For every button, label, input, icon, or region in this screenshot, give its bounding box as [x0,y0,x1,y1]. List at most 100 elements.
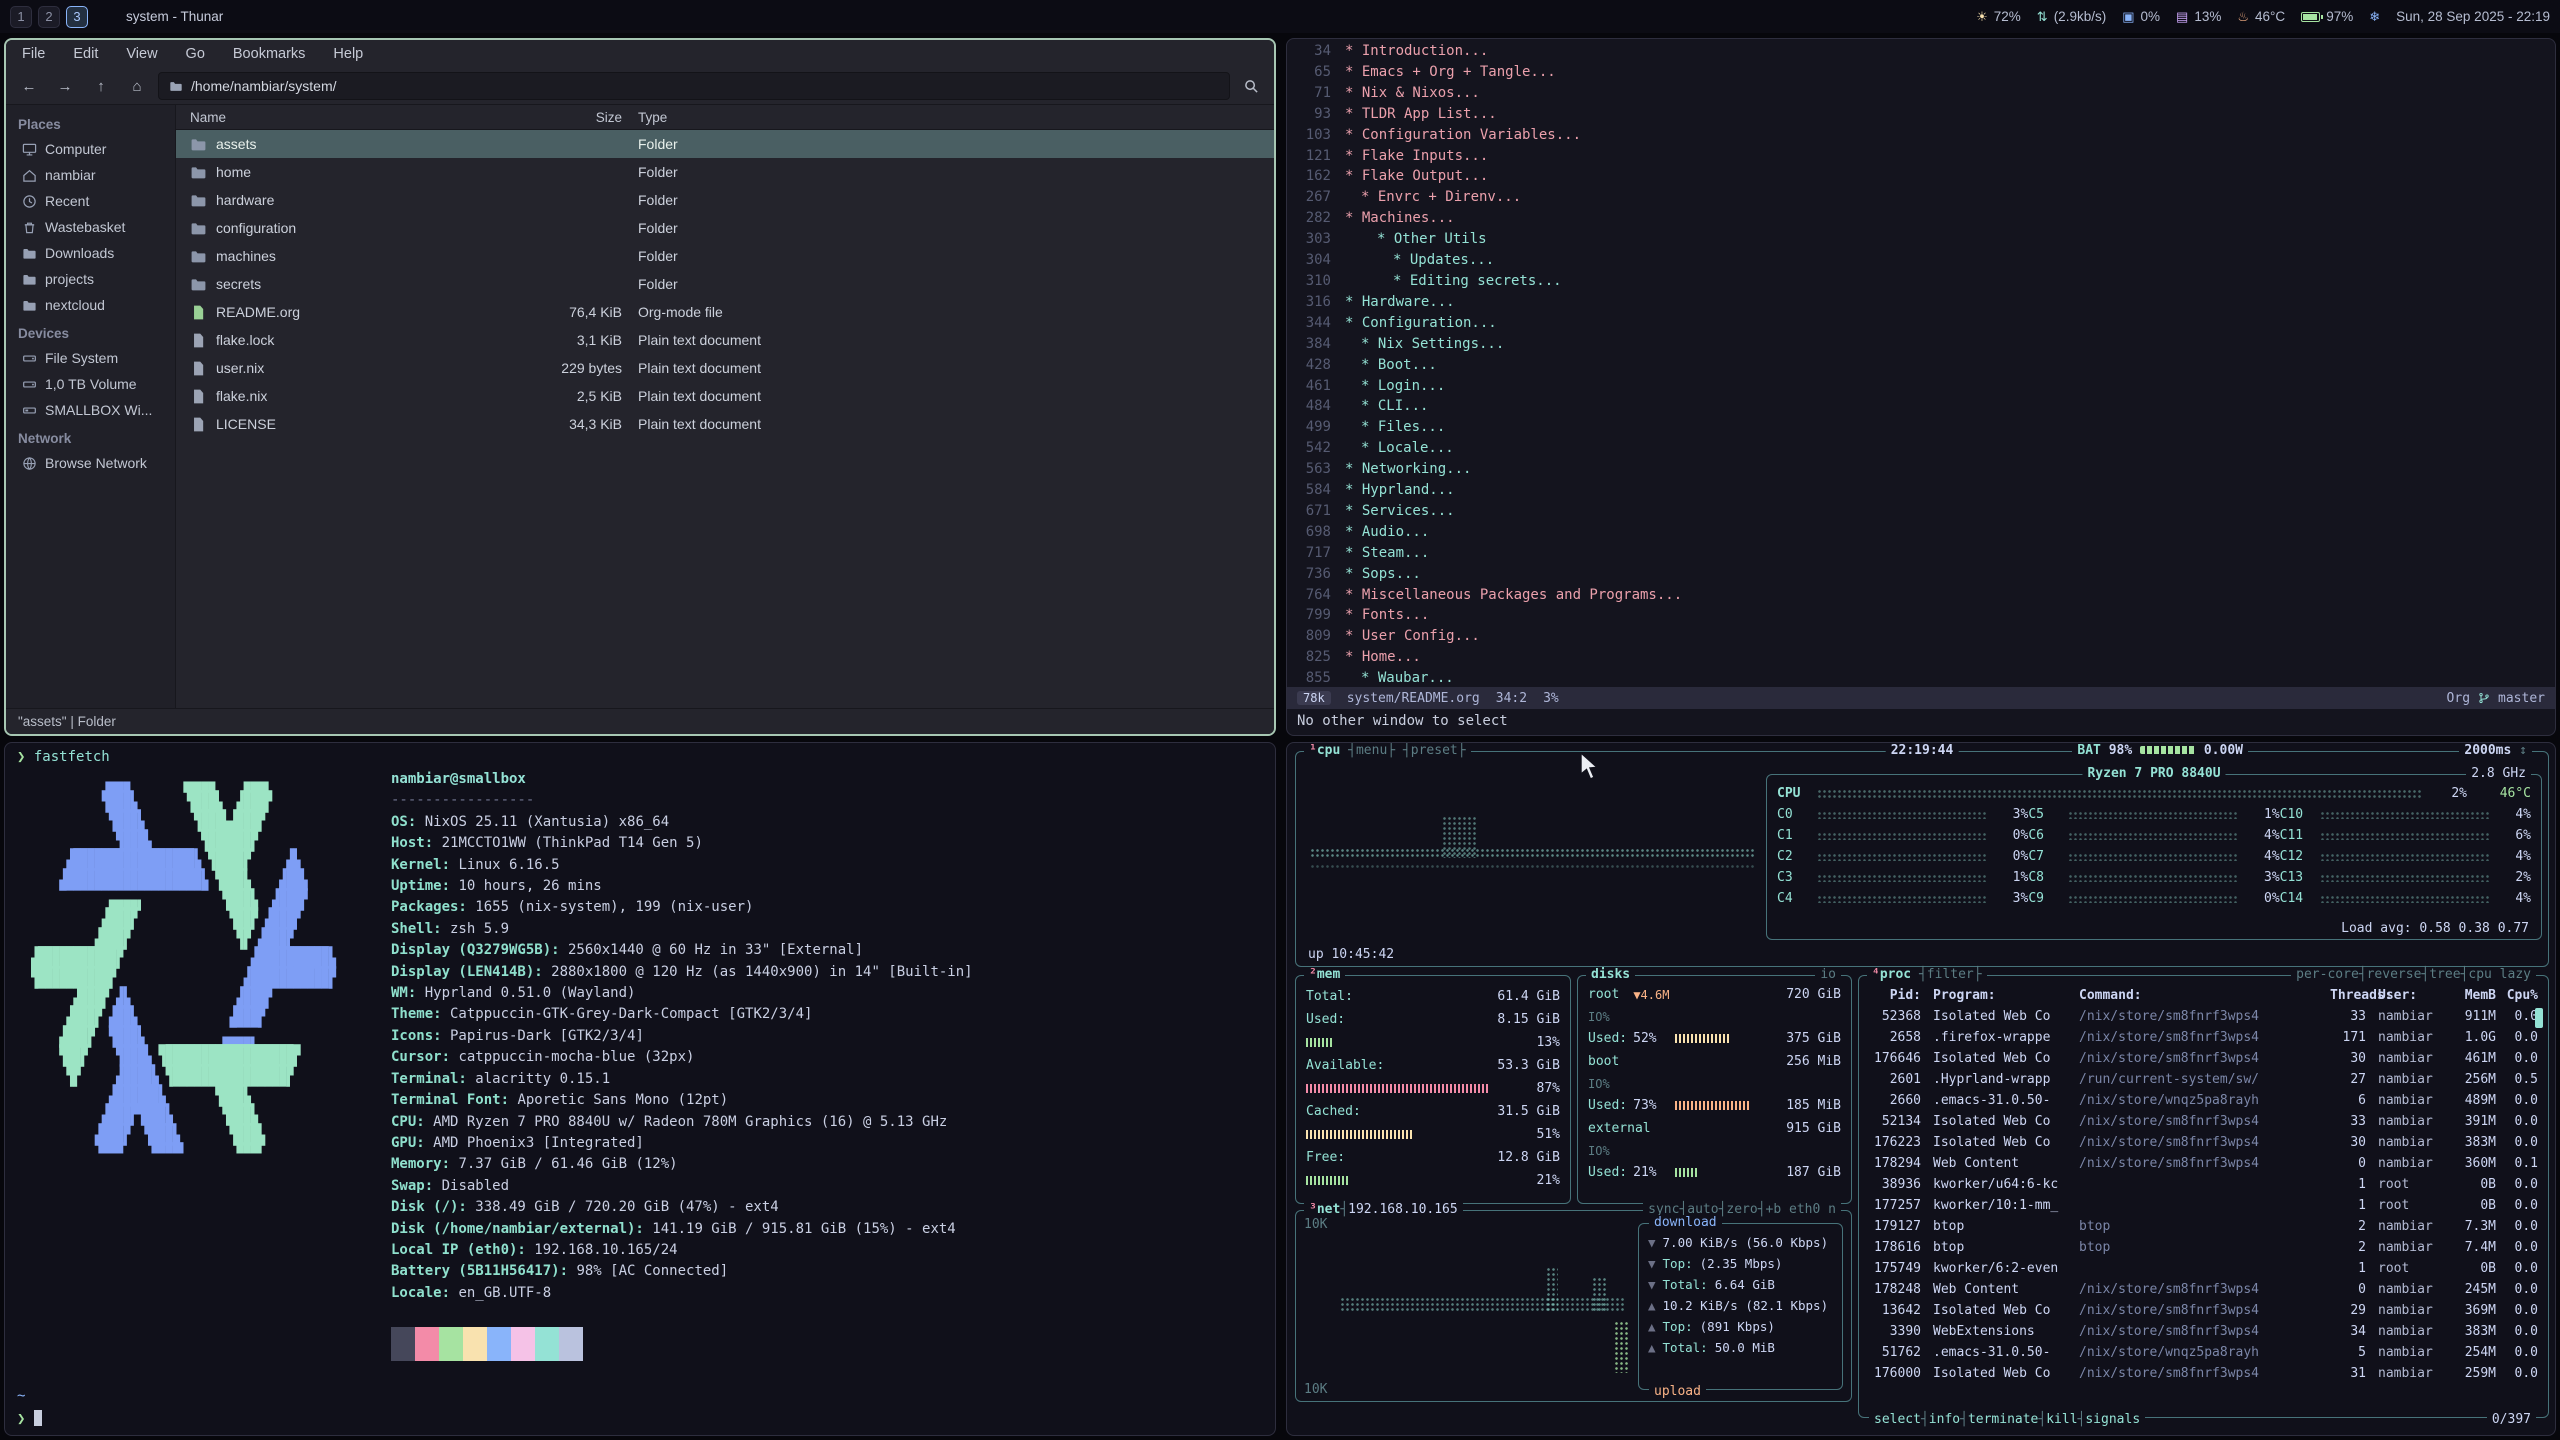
sidebar-item-recent[interactable]: Recent [6,188,175,214]
org-heading-line[interactable]: 310* Editing secrets... [1297,271,2551,292]
workspace-3[interactable]: 3 [66,6,88,28]
org-heading-line[interactable]: 121* Flake Inputs... [1297,146,2551,167]
process-row[interactable]: 2601.Hyprland-wrapp/run/current-system/s… [1859,1069,2548,1090]
process-row[interactable]: 178248Web Content/nix/store/sm8fnrf3wps4… [1859,1279,2548,1300]
file-row[interactable]: home Folder [176,158,1274,186]
process-row[interactable]: 2660.emacs-31.0.50-/nix/store/wnqz5pa8ra… [1859,1090,2548,1111]
file-row[interactable]: flake.nix 2,5 KiB Plain text document [176,382,1274,410]
net-box-title[interactable]: ³net┤192.168.10.165 [1304,1202,1463,1217]
org-heading-line[interactable]: 428* Boot... [1297,355,2551,376]
disks-box-title[interactable]: disks [1586,967,1635,982]
org-heading-line[interactable]: 303* Other Utils [1297,229,2551,250]
org-heading-line[interactable]: 103* Configuration Variables... [1297,125,2551,146]
process-row[interactable]: 177257kworker/10:1-mm_1root0B0.0 [1859,1195,2548,1216]
btop-tabs[interactable]: ¹cpu ┤menu├ ┤preset├ [1304,743,1471,758]
file-row[interactable]: machines Folder [176,242,1274,270]
search-button[interactable] [1236,73,1266,100]
org-heading-line[interactable]: 461* Login... [1297,376,2551,397]
menu-file[interactable]: File [22,46,45,62]
emacs-buffer[interactable]: 34* Introduction...65* Emacs + Org + Tan… [1297,41,2551,688]
org-heading-line[interactable]: 764* Miscellaneous Packages and Programs… [1297,585,2551,606]
org-heading-line[interactable]: 809* User Config... [1297,626,2551,647]
file-row[interactable]: configuration Folder [176,214,1274,242]
up-button[interactable]: ↑ [86,73,116,100]
org-heading-line[interactable]: 384* Nix Settings... [1297,334,2551,355]
org-heading-line[interactable]: 736* Sops... [1297,564,2551,585]
sidebar-item-smallbox-wi-[interactable]: SMALLBOX Wi... [6,397,175,423]
column-name[interactable]: Name [176,110,544,125]
back-button[interactable]: ← [14,73,44,100]
file-row[interactable]: secrets Folder [176,270,1274,298]
mem-box-title[interactable]: ²mem [1304,967,1345,982]
process-row[interactable]: 176000Isolated Web Co/nix/store/sm8fnrf3… [1859,1363,2548,1384]
org-heading-line[interactable]: 162* Flake Output... [1297,166,2551,187]
org-heading-line[interactable]: 717* Steam... [1297,543,2551,564]
process-row[interactable]: 175749kworker/6:2-even1root0B0.0 [1859,1258,2548,1279]
sidebar-item-browse-network[interactable]: Browse Network [6,450,175,476]
org-heading-line[interactable]: 34* Introduction... [1297,41,2551,62]
menu-bookmarks[interactable]: Bookmarks [233,46,306,62]
proc-options[interactable]: per-core┤reverse┤tree┤cpu lazy [2291,967,2536,982]
process-row[interactable]: 13642Isolated Web Co/nix/store/sm8fnrf3w… [1859,1300,2548,1321]
process-row[interactable]: 178616btopbtop2nambiar7.4M0.0 [1859,1237,2548,1258]
menu-edit[interactable]: Edit [73,46,98,62]
proc-footer-keys[interactable]: select┤info┤terminate┤kill┤signals [1869,1412,2145,1427]
forward-button[interactable]: → [50,73,80,100]
file-row[interactable]: hardware Folder [176,186,1274,214]
org-heading-line[interactable]: 563* Networking... [1297,459,2551,480]
process-row[interactable]: 3390WebExtensions/nix/store/sm8fnrf3wps4… [1859,1321,2548,1342]
org-heading-line[interactable]: 484* CLI... [1297,396,2551,417]
sidebar-item-file-system[interactable]: File System [6,345,175,371]
org-heading-line[interactable]: 855* Waubar... [1297,668,2551,688]
org-heading-line[interactable]: 542* Locale... [1297,438,2551,459]
org-heading-line[interactable]: 282* Machines... [1297,208,2551,229]
menu-help[interactable]: Help [333,46,363,62]
workspace-2[interactable]: 2 [38,6,60,28]
file-row[interactable]: flake.lock 3,1 KiB Plain text document [176,326,1274,354]
process-row[interactable]: 2658.firefox-wrappe/nix/store/sm8fnrf3wp… [1859,1027,2548,1048]
workspace-1[interactable]: 1 [10,6,32,28]
org-heading-line[interactable]: 698* Audio... [1297,522,2551,543]
org-heading-line[interactable]: 671* Services... [1297,501,2551,522]
proc-scrollbar[interactable] [2535,1008,2543,1028]
proc-header[interactable]: Pid:Program:Command:Threads:User:MemBCpu… [1859,985,2548,1006]
sidebar-item-projects[interactable]: projects [6,266,175,292]
process-row[interactable]: 179127btopbtop2nambiar7.3M0.0 [1859,1216,2548,1237]
org-heading-line[interactable]: 267* Envrc + Direnv... [1297,187,2551,208]
sidebar-item-1-0-tb-volume[interactable]: 1,0 TB Volume [6,371,175,397]
menu-go[interactable]: Go [186,46,205,62]
org-heading-line[interactable]: 304* Updates... [1297,250,2551,271]
org-heading-line[interactable]: 93* TLDR App List... [1297,104,2551,125]
column-size[interactable]: Size [544,110,622,125]
sidebar-item-nambiar[interactable]: nambiar [6,162,175,188]
menu-view[interactable]: View [126,46,157,62]
file-row[interactable]: assets Folder [176,130,1274,158]
shell-prompt[interactable]: ❯ [17,1410,42,1427]
org-heading-line[interactable]: 65* Emacs + Org + Tangle... [1297,62,2551,83]
process-row[interactable]: 52368Isolated Web Co/nix/store/sm8fnrf3w… [1859,1006,2548,1027]
org-heading-line[interactable]: 316* Hardware... [1297,292,2551,313]
sidebar-item-computer[interactable]: Computer [6,136,175,162]
org-heading-line[interactable]: 344* Configuration... [1297,313,2551,334]
file-row[interactable]: LICENSE 34,3 KiB Plain text document [176,410,1274,438]
home-button[interactable]: ⌂ [122,73,152,100]
org-heading-line[interactable]: 825* Home... [1297,647,2551,668]
file-row[interactable]: README.org 76,4 KiB Org-mode file [176,298,1274,326]
process-row[interactable]: 38936kworker/u64:6-kc1root0B0.0 [1859,1174,2548,1195]
org-heading-line[interactable]: 71* Nix & Nixos... [1297,83,2551,104]
path-bar[interactable]: /home/nambiar/system/ [158,72,1230,100]
process-row[interactable]: 52134Isolated Web Co/nix/store/sm8fnrf3w… [1859,1111,2548,1132]
process-row[interactable]: 176646Isolated Web Co/nix/store/sm8fnrf3… [1859,1048,2548,1069]
process-row[interactable]: 178294Web Content/nix/store/sm8fnrf3wps4… [1859,1153,2548,1174]
org-heading-line[interactable]: 799* Fonts... [1297,605,2551,626]
refresh-interval[interactable]: 2000ms ↕ [2459,743,2532,758]
proc-box-title[interactable]: ⁴proc ┤filter├ [1867,967,1987,982]
file-row[interactable]: user.nix 229 bytes Plain text document [176,354,1274,382]
org-heading-line[interactable]: 584* Hyprland... [1297,480,2551,501]
process-row[interactable]: 176223Isolated Web Co/nix/store/sm8fnrf3… [1859,1132,2548,1153]
disks-io-label[interactable]: io [1815,967,1841,982]
org-heading-line[interactable]: 499* Files... [1297,417,2551,438]
sidebar-item-wastebasket[interactable]: Wastebasket [6,214,175,240]
column-type[interactable]: Type [622,110,1274,125]
sidebar-item-nextcloud[interactable]: nextcloud [6,292,175,318]
